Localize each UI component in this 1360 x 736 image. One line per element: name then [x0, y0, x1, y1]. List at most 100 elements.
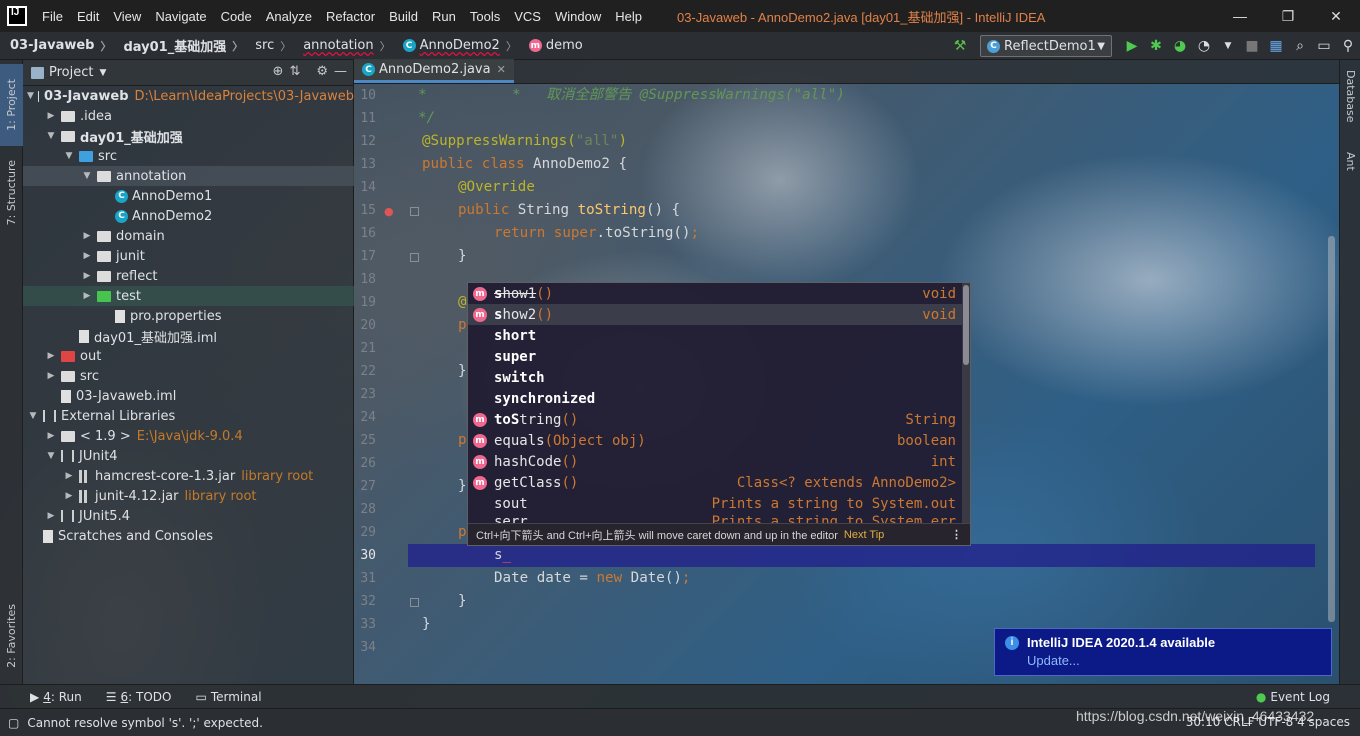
breadcrumb-package[interactable]: annotation 〉	[293, 38, 392, 54]
search-everywhere-icon[interactable]: ⚲	[1336, 35, 1360, 57]
menu-tools[interactable]: Tools	[463, 9, 507, 24]
tab-structure[interactable]: 7: Structure	[0, 152, 23, 234]
popup-scrollbar[interactable]	[962, 283, 970, 523]
tree-item[interactable]: ▶ domain	[23, 226, 354, 246]
tree-item[interactable]: ▼ src	[23, 146, 354, 166]
chevron-right-icon[interactable]: ▶	[45, 431, 57, 441]
chevron-down-icon[interactable]: ▼	[1216, 35, 1240, 57]
tree-item[interactable]: 03-Javaweb.iml	[23, 386, 354, 406]
tree-item[interactable]: ▶ src	[23, 366, 354, 386]
next-tip-link[interactable]: Next Tip	[844, 529, 884, 541]
tab-favorites[interactable]: 2: Favorites	[0, 594, 23, 678]
menu-window[interactable]: Window	[548, 9, 608, 24]
chevron-right-icon[interactable]: ▶	[45, 371, 57, 381]
chevron-right-icon[interactable]: ▶	[81, 291, 93, 301]
chevron-right-icon[interactable]: ▶	[45, 111, 57, 121]
chevron-down-icon[interactable]: ▼	[27, 91, 34, 101]
tab-database[interactable]: Database	[1344, 70, 1357, 127]
gear-icon[interactable]: ⚙	[316, 64, 328, 79]
breadcrumb-project[interactable]: 03-Javaweb 〉	[0, 38, 113, 54]
tree-item[interactable]: ▶ junit	[23, 246, 354, 266]
completion-item[interactable]: synchronized	[468, 388, 964, 409]
chevron-right-icon[interactable]: ▶	[81, 271, 93, 281]
tab-project[interactable]: 1: Project	[0, 64, 23, 146]
event-log-button[interactable]: ● Event Log	[1226, 690, 1360, 704]
build-hammer-icon[interactable]: ⚒	[948, 35, 972, 57]
debug-icon[interactable]: ✱	[1144, 35, 1168, 57]
tree-item[interactable]: day01_基础加强.iml	[23, 326, 354, 346]
tree-item[interactable]: ▼ annotation	[23, 166, 354, 186]
tree-item[interactable]: Scratches and Consoles	[23, 526, 354, 546]
menu-help[interactable]: Help	[608, 9, 649, 24]
tab-ant[interactable]: Ant	[1344, 152, 1357, 175]
maximize-button[interactable]: ❐	[1264, 0, 1312, 32]
project-structure-icon[interactable]: ▦	[1264, 35, 1288, 57]
more-options-icon[interactable]: ⋮	[951, 528, 962, 541]
todo-tool-button[interactable]: ☰ 6: TODO	[92, 690, 182, 704]
completion-item[interactable]: m show1() void	[468, 283, 964, 304]
completion-item[interactable]: m show2() void	[468, 304, 964, 325]
chevron-right-icon[interactable]: ▶	[63, 491, 75, 501]
tree-item[interactable]: ▼ 03-Javaweb D:\Learn\IdeaProjects\03-Java…	[23, 86, 354, 106]
override-marker-icon[interactable]: ●	[384, 205, 394, 218]
chevron-down-icon[interactable]: ▼	[45, 451, 57, 461]
tree-item[interactable]: ▶ JUnit5.4	[23, 506, 354, 526]
tree-item[interactable]: ▶ out	[23, 346, 354, 366]
update-link[interactable]: Update...	[1027, 653, 1321, 668]
run-icon[interactable]: ▶	[1120, 35, 1144, 57]
run-configuration-select[interactable]: C ReflectDemo1 ▼	[980, 35, 1112, 57]
chevron-right-icon[interactable]: ▶	[45, 351, 57, 361]
menu-vcs[interactable]: VCS	[507, 9, 548, 24]
completion-item[interactable]: switch	[468, 367, 964, 388]
menu-run[interactable]: Run	[425, 9, 463, 24]
search-icon[interactable]: ⌕	[1288, 35, 1312, 57]
breadcrumb-class[interactable]: C AnnoDemo2 〉	[393, 38, 519, 54]
menu-build[interactable]: Build	[382, 9, 425, 24]
menu-code[interactable]: Code	[214, 9, 259, 24]
locate-icon[interactable]: ⊕	[273, 64, 284, 79]
tree-item[interactable]: C AnnoDemo2	[23, 206, 354, 226]
coverage-icon[interactable]: ◕	[1168, 35, 1192, 57]
completion-item[interactable]: m getClass() Class<? extends AnnoDemo2>	[468, 472, 964, 493]
menu-edit[interactable]: Edit	[70, 9, 106, 24]
tree-item[interactable]: ▼ day01_基础加强	[23, 126, 354, 146]
stop-icon[interactable]: ■	[1240, 35, 1264, 57]
profile-icon[interactable]: ◔	[1192, 35, 1216, 57]
run-tool-button[interactable]: ▶ 4: Run	[0, 690, 92, 704]
chevron-down-icon[interactable]: ▼	[45, 131, 57, 141]
chevron-down-icon[interactable]: ▼	[81, 171, 93, 181]
chevron-right-icon[interactable]: ▶	[63, 471, 75, 481]
breadcrumb-module[interactable]: day01_基础加强〉	[113, 36, 245, 56]
chevron-down-icon[interactable]: ▼	[99, 68, 106, 78]
minimize-button[interactable]: —	[1216, 0, 1264, 32]
completion-item[interactable]: super	[468, 346, 964, 367]
chevron-down-icon[interactable]: ▼	[63, 151, 75, 161]
completion-item[interactable]: short	[468, 325, 964, 346]
menu-refactor[interactable]: Refactor	[319, 9, 382, 24]
breadcrumb-src[interactable]: src 〉	[245, 38, 293, 54]
chevron-down-icon[interactable]: ▼	[27, 411, 39, 421]
completion-item[interactable]: m equals (Object obj) boolean	[468, 430, 964, 451]
completion-item[interactable]: m toString() String	[468, 409, 964, 430]
tree-item[interactable]: ▶ < 1.9 > E:\Java\jdk-9.0.4	[23, 426, 354, 446]
completion-item[interactable]: sout Prints a string to System.out	[468, 493, 964, 514]
tree-item[interactable]: ▶ hamcrest-core-1.3.jar library root	[23, 466, 354, 486]
menu-file[interactable]: File	[35, 9, 70, 24]
chevron-right-icon[interactable]: ▶	[81, 231, 93, 241]
menu-analyze[interactable]: Analyze	[259, 9, 319, 24]
popup-scrollbar-thumb[interactable]	[963, 285, 969, 365]
chevron-right-icon[interactable]: ▶	[45, 511, 57, 521]
tree-item[interactable]: ▶ test	[23, 286, 354, 306]
tree-item[interactable]: ▶ .idea	[23, 106, 354, 126]
close-tab-icon[interactable]: ✕	[497, 63, 506, 76]
editor-scrollbar[interactable]	[1328, 236, 1335, 622]
completion-item[interactable]: m hashCode() int	[468, 451, 964, 472]
close-button[interactable]: ✕	[1312, 0, 1360, 32]
tree-item[interactable]: ▶ reflect	[23, 266, 354, 286]
terminal-icon[interactable]: ▭	[1312, 35, 1336, 57]
tree-item[interactable]: ▶ junit-4.12.jar library root	[23, 486, 354, 506]
collapse-all-icon[interactable]: ⇅	[289, 64, 300, 79]
menu-view[interactable]: View	[106, 9, 148, 24]
tree-item[interactable]: ▼ External Libraries	[23, 406, 354, 426]
tree-item[interactable]: C AnnoDemo1	[23, 186, 354, 206]
